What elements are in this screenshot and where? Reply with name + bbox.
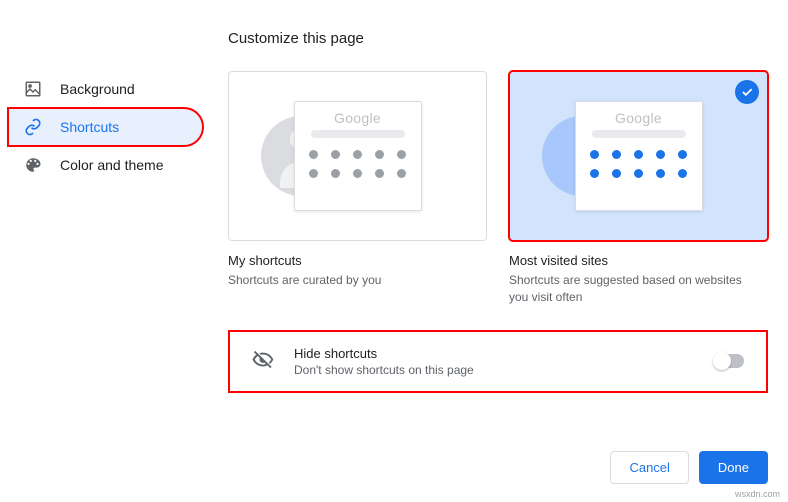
sidebar-item-color-theme[interactable]: Color and theme [8,146,203,184]
google-logo: Google [615,110,662,126]
preview-tile: Google [575,101,703,211]
card-description: Shortcuts are curated by you [228,272,478,289]
hide-title: Hide shortcuts [294,346,714,361]
option-my-shortcuts[interactable]: Google My shortcuts Shortcuts are curate… [228,71,487,306]
checkmark-icon [735,80,759,104]
cancel-button[interactable]: Cancel [610,451,688,484]
done-button[interactable]: Done [699,451,768,484]
card-description: Shortcuts are suggested based on website… [509,272,759,306]
page-title: Customize this page [228,30,768,47]
sidebar-item-label: Shortcuts [60,119,119,135]
footer: Cancel Done [610,451,768,484]
google-logo: Google [334,110,381,126]
sidebar: Background Shortcuts Color and theme [8,70,203,184]
option-most-visited[interactable]: Google Most visited sites Shortcuts are … [509,71,768,306]
watermark: wsxdn.com [735,489,780,499]
card-preview-most-visited: Google [509,71,768,241]
sidebar-item-label: Color and theme [60,157,164,173]
hide-description: Don't show shortcuts on this page [294,363,714,377]
sidebar-item-label: Background [60,81,135,97]
card-title: My shortcuts [228,253,487,268]
palette-icon [24,156,42,174]
search-bar-icon [311,130,405,138]
link-icon [24,118,42,136]
preview-tile: Google [294,101,422,211]
shortcut-dots [590,150,688,178]
cards-row: Google My shortcuts Shortcuts are curate… [228,71,768,306]
sidebar-item-shortcuts[interactable]: Shortcuts [8,108,203,146]
search-bar-icon [592,130,686,138]
card-preview-my-shortcuts: Google [228,71,487,241]
visibility-off-icon [252,349,274,374]
sidebar-item-background[interactable]: Background [8,70,203,108]
hide-text: Hide shortcuts Don't show shortcuts on t… [294,346,714,377]
image-icon [24,80,42,98]
hide-shortcuts-row: Hide shortcuts Don't show shortcuts on t… [228,330,768,393]
card-title: Most visited sites [509,253,768,268]
main-content: Customize this page Google My shortcuts … [228,30,768,393]
hide-shortcuts-toggle[interactable] [714,354,744,368]
shortcut-dots [309,150,407,178]
